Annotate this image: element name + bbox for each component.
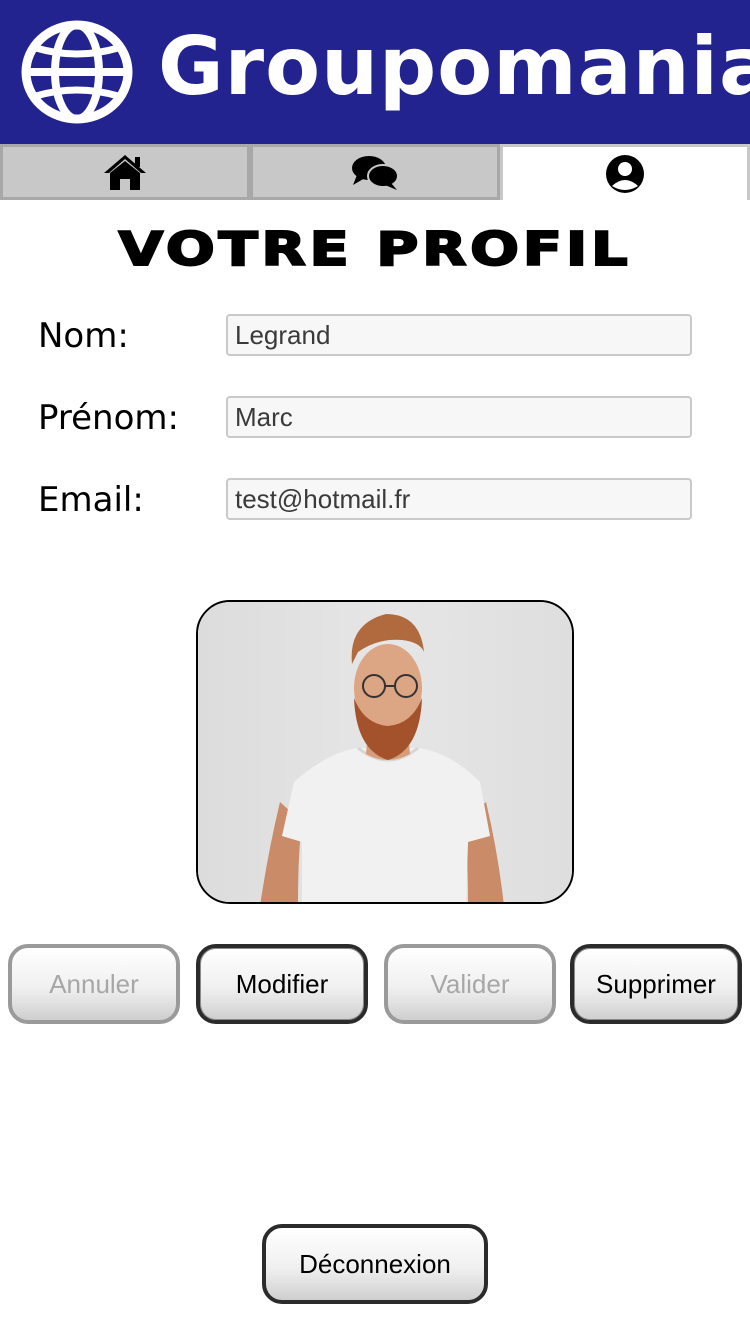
nom-label: Nom: [38, 316, 129, 356]
nav-bar [0, 144, 750, 200]
email-row: Email: [0, 478, 750, 522]
email-label: Email: [38, 480, 144, 520]
home-icon [104, 155, 146, 190]
logout-button[interactable]: Déconnexion [262, 1224, 488, 1304]
nom-row: Nom: [0, 314, 750, 358]
profile-photo [196, 600, 574, 904]
globe-icon [21, 20, 133, 124]
app-header: Groupomania [0, 0, 750, 144]
chat-bubbles-icon [352, 156, 399, 190]
tab-profile[interactable] [500, 144, 750, 200]
delete-button[interactable]: Supprimer [570, 944, 742, 1024]
cancel-button[interactable]: Annuler [8, 944, 180, 1024]
prenom-row: Prénom: [0, 396, 750, 440]
page-title: VOTRE PROFIL [117, 221, 632, 277]
validate-button[interactable]: Valider [384, 944, 556, 1024]
profile-photo-illustration [198, 602, 572, 902]
nom-field[interactable] [226, 314, 692, 356]
tab-messages[interactable] [250, 144, 500, 200]
tab-home[interactable] [0, 144, 250, 200]
prenom-field[interactable] [226, 396, 692, 438]
brand-name: Groupomania [158, 20, 750, 113]
email-field[interactable] [226, 478, 692, 520]
user-circle-icon [606, 154, 644, 193]
prenom-label: Prénom: [38, 398, 179, 438]
edit-button[interactable]: Modifier [196, 944, 368, 1024]
